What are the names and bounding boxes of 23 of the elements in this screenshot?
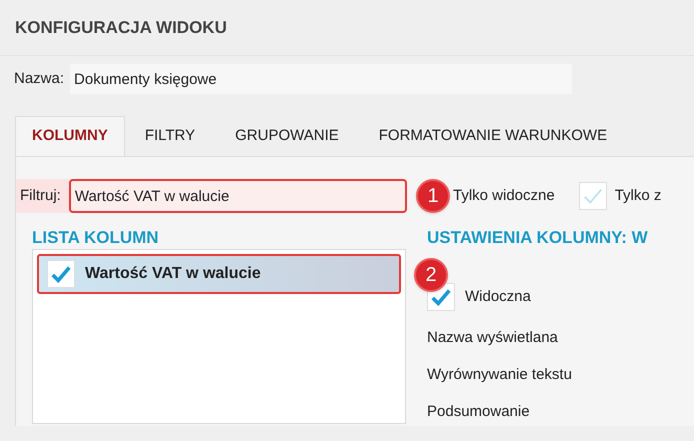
option-label: Tylko z	[614, 186, 662, 206]
row-label: Wartość VAT w walucie	[85, 264, 261, 284]
field-label: Nazwa:	[14, 68, 64, 89]
number-badge: 2	[414, 258, 448, 292]
tab[interactable]: GRUPOWANIE	[215, 116, 359, 156]
option-label: Tylko widoczne	[453, 186, 555, 206]
tab[interactable]: KOLUMNY	[15, 116, 125, 156]
list-row[interactable]: Wartość VAT w walucie	[37, 254, 401, 294]
tab[interactable]: FORMATOWANIE WARUNKOWE	[358, 116, 628, 156]
filter-field[interactable]: Wartość VAT w walucie	[68, 179, 407, 213]
checkbox[interactable]	[47, 260, 75, 288]
field-label: Wyrównywanie tekstu	[427, 365, 573, 385]
field-label: Podsumowanie	[427, 402, 531, 422]
checkbox-label: Widoczna	[465, 286, 531, 307]
name-field[interactable]: Dokumenty księgowe	[70, 64, 572, 94]
field-label: Nazwa wyświetlana	[427, 328, 559, 348]
tab[interactable]: FILTRY	[124, 116, 216, 156]
section-heading: LISTA KOLUMN	[32, 227, 160, 249]
checkbox[interactable]	[578, 182, 607, 210]
field-label: Filtruj:	[19, 186, 62, 206]
section-heading: USTAWIENIA KOLUMNY: W	[427, 227, 648, 249]
window-title: KONFIGURACJA WIDOKU	[15, 16, 227, 39]
number-badge: 1	[416, 179, 450, 213]
